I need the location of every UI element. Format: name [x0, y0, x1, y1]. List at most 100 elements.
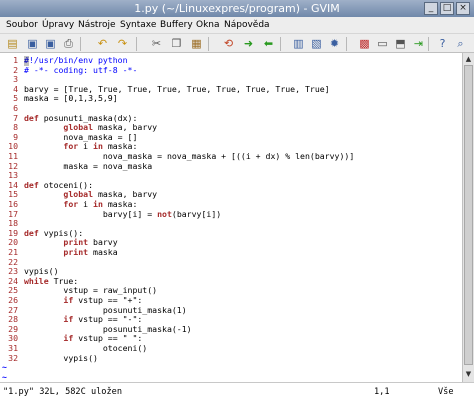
code-token: def — [24, 112, 44, 123]
toolbar-separator — [428, 37, 429, 51]
code-token: nova_maska = nova_maska + [((i + dx) % l… — [24, 151, 355, 161]
line-content: maska = nova_maska — [24, 160, 153, 172]
code-token: if — [24, 333, 79, 344]
code-token: maska: — [107, 141, 138, 152]
menu-upravy[interactable]: Úpravy — [42, 17, 74, 33]
find-help-icon[interactable]: ⌕ — [454, 37, 467, 50]
code-token: maska = nova_maska — [24, 160, 153, 171]
line-content: print maska — [24, 247, 118, 258]
toolbar-separator — [136, 37, 137, 51]
menu-nastroje[interactable]: Nástroje — [78, 17, 116, 33]
title-bar[interactable]: 1.py (~/Linuxexpres/program) - GVIM _ □ … — [0, 0, 474, 17]
code-token: otoceni() — [24, 343, 148, 353]
find-next-icon[interactable]: ➜ — [242, 37, 255, 50]
code-token: barvy — [93, 237, 118, 248]
copy-icon[interactable]: ❐ — [170, 37, 183, 50]
cursor-position: 1,1 — [374, 387, 390, 397]
code-token: barvy = [True, True, True, True, True, T… — [24, 83, 330, 94]
code-token: vstup == "-": — [78, 314, 143, 325]
make-icon[interactable]: ▩ — [358, 37, 371, 50]
close-button[interactable]: × — [456, 2, 470, 15]
toolbar: ▤ ▣ ▣ ⎙ ↶ ↷ ✂ ❐ ▦ ⟲ ➜ ⬅ ▥ ▧ ✹ ▩ ▭ ⬒ ⇥ ? … — [0, 33, 474, 53]
code-token: i — [83, 141, 94, 152]
code-token: global — [24, 122, 98, 133]
open-icon[interactable]: ▤ — [6, 37, 19, 50]
code-token: vypis() — [24, 266, 59, 277]
cut-icon[interactable]: ✂ — [150, 37, 163, 50]
code-token: global — [24, 189, 98, 200]
code-token: #!/usr/bin/env python — [24, 55, 128, 65]
status-line: "1.py" 32L, 582C uložen 1,1 Vše — [0, 382, 474, 401]
code-token: in — [93, 199, 108, 209]
save-icon[interactable]: ▣ — [26, 37, 39, 50]
code-token: while — [24, 275, 54, 286]
code-token: i — [83, 199, 94, 209]
code-token: nova_maska = [] — [24, 131, 138, 142]
code-token: maska — [93, 247, 118, 257]
code-token: def — [24, 227, 44, 238]
toolbar-separator — [346, 37, 347, 51]
code-token: for — [24, 199, 84, 209]
minimize-button[interactable]: _ — [424, 2, 438, 15]
code-token: otoceni(): — [43, 179, 94, 190]
code-token: True: — [53, 275, 79, 286]
code-token: posunuti_maska(1) — [24, 304, 187, 315]
line-content: # -*- coding: utf-8 -*- — [24, 64, 138, 76]
code-token: maska = [0,1,3,5,9] — [24, 93, 118, 104]
print-icon[interactable]: ⎙ — [62, 37, 75, 50]
gvim-window: 1.py (~/Linuxexpres/program) - GVIM _ □ … — [0, 0, 474, 401]
code-token: maska: — [107, 199, 138, 209]
undo-icon[interactable]: ↶ — [96, 37, 109, 50]
scrollbar-thumb[interactable] — [464, 65, 473, 365]
save-all-icon[interactable]: ▣ — [44, 37, 57, 50]
window-title: 1.py (~/Linuxexpres/program) - GVIM — [134, 2, 340, 15]
code-token: # -*- coding: utf-8 -*- — [24, 64, 138, 75]
text-cursor — [24, 56, 29, 66]
find-replace-icon[interactable]: ⟲ — [222, 37, 235, 50]
empty-line-tilde: ~ — [2, 371, 7, 382]
scroll-down-icon[interactable]: ▼ — [464, 369, 473, 379]
menu-napoveda[interactable]: Nápověda — [224, 17, 270, 33]
code-token: barvy[i] = — [24, 208, 158, 219]
line-content: maska = [0,1,3,5,9] — [24, 94, 118, 104]
code-token: posunuti_maska(-1) — [24, 323, 192, 334]
scroll-up-icon[interactable]: ▲ — [464, 54, 473, 64]
code-token: maska, barvy — [97, 189, 158, 200]
scroll-indicator: Vše — [438, 387, 454, 397]
redo-icon[interactable]: ↷ — [116, 37, 129, 50]
tag-jump-icon[interactable]: ⇥ — [412, 37, 425, 50]
save-session-icon[interactable]: ▧ — [310, 37, 323, 50]
code-token: print — [24, 247, 94, 257]
code-token: not — [157, 208, 172, 219]
toolbar-separator — [80, 37, 81, 51]
help-icon[interactable]: ? — [436, 37, 449, 50]
shell-icon[interactable]: ▭ — [376, 37, 389, 50]
toolbar-separator — [280, 37, 281, 51]
code-token: if — [24, 314, 79, 325]
code-token: print — [24, 237, 94, 248]
code-token: for — [24, 141, 84, 152]
code-token: vstup == " ": — [78, 333, 143, 344]
toolbar-separator — [208, 37, 209, 51]
menu-syntaxe[interactable]: Syntaxe — [120, 17, 156, 33]
maximize-button[interactable]: □ — [440, 2, 454, 15]
run-script-icon[interactable]: ✹ — [328, 37, 341, 50]
vertical-scrollbar[interactable]: ▲ ▼ — [462, 53, 474, 382]
load-session-icon[interactable]: ▥ — [292, 37, 305, 50]
text-editor-area[interactable]: 1 #!/usr/bin/env python 2 # -*- coding: utf… — [0, 53, 462, 382]
file-info: "1.py" 32L, 582C uložen — [3, 387, 122, 397]
tag-icon[interactable]: ⬒ — [394, 37, 407, 50]
find-prev-icon[interactable]: ⬅ — [262, 37, 275, 50]
menu-soubor[interactable]: Soubor — [6, 17, 38, 33]
menu-bar: Soubor Úpravy Nástroje Syntaxe Buffery O… — [0, 17, 474, 33]
menu-buffery[interactable]: Buffery — [160, 17, 193, 33]
paste-icon[interactable]: ▦ — [190, 37, 203, 50]
menu-okna[interactable]: Okna — [196, 17, 220, 33]
code-token: (barvy[i]) — [171, 208, 222, 219]
code-token: in — [93, 141, 108, 152]
code-token: def — [24, 179, 44, 190]
code-token: vstup = raw_input() — [24, 285, 158, 296]
code-token: if — [24, 295, 79, 305]
code-token: posunuti_maska(dx): — [43, 112, 138, 123]
line-content: vypis() — [24, 353, 98, 364]
